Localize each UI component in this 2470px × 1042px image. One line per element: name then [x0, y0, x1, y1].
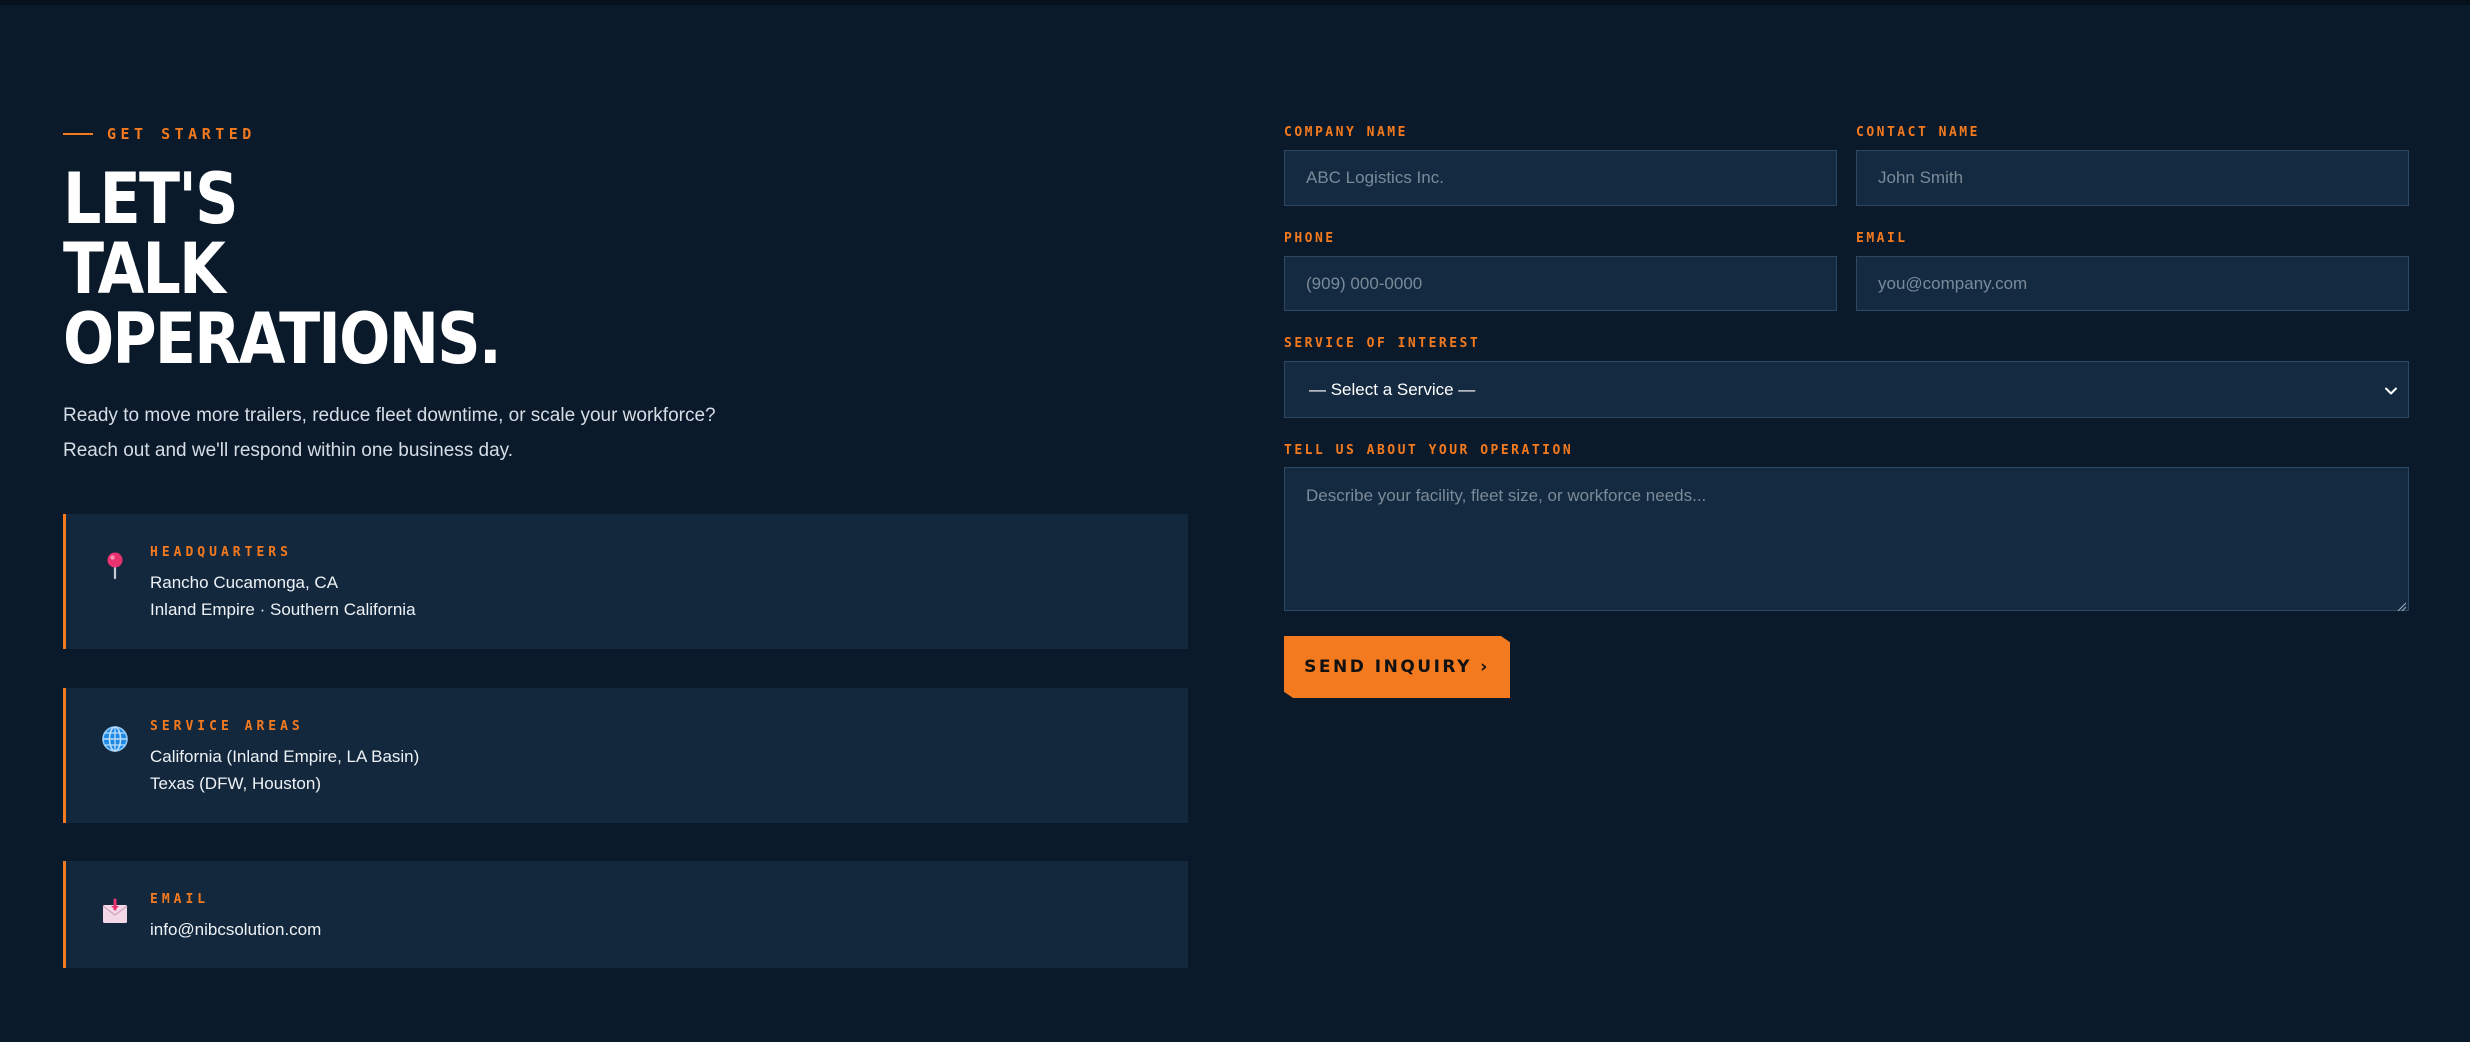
email-label: EMAIL — [1856, 231, 1908, 246]
card-line: Inland Empire · Southern California — [150, 600, 416, 619]
resize-grip-icon[interactable] — [2397, 599, 2407, 612]
top-border-strip — [0, 0, 2470, 5]
company-name-label: COMPANY NAME — [1284, 125, 1408, 140]
card-body: SERVICE AREAS California (Inland Empire,… — [150, 718, 419, 797]
service-select-value: — Select a Service — — [1309, 379, 1476, 399]
card-label: SERVICE AREAS — [150, 719, 304, 734]
service-select[interactable]: — Select a Service — — [1284, 361, 2409, 418]
info-card-service-areas: SERVICE AREAS California (Inland Empire,… — [63, 688, 1188, 823]
envelope-icon — [100, 897, 130, 927]
headline-line: OPERATIONS. — [63, 298, 502, 380]
message-field-wrapper — [1284, 467, 2409, 612]
card-body: EMAIL info@nibcsolution.com — [150, 891, 321, 943]
chevron-down-icon — [2382, 382, 2400, 400]
card-line: California (Inland Empire, LA Basin) — [150, 747, 420, 766]
globe-icon — [100, 724, 130, 754]
eyebrow-text: GET STARTED — [107, 125, 256, 143]
info-card-headquarters: HEADQUARTERS Rancho Cucamonga, CA Inland… — [63, 514, 1188, 649]
contact-intro: GET STARTED LET'S TALK OPERATIONS. Ready… — [63, 120, 1188, 468]
headline-line: TALK — [63, 228, 226, 310]
eyebrow-accent-line — [63, 133, 93, 135]
card-label: HEADQUARTERS — [150, 545, 292, 560]
card-line: Rancho Cucamonga, CA — [150, 573, 339, 592]
phone-label: PHONE — [1284, 231, 1336, 246]
contact-name-input[interactable] — [1856, 150, 2409, 206]
card-email-link[interactable]: info@nibcsolution.com — [150, 916, 321, 943]
email-input[interactable] — [1856, 256, 2409, 311]
info-card-email: EMAIL info@nibcsolution.com — [63, 861, 1188, 968]
phone-input[interactable] — [1284, 256, 1837, 311]
message-label: TELL US ABOUT YOUR OPERATION — [1284, 443, 1574, 458]
contact-name-label: CONTACT NAME — [1856, 125, 1980, 140]
page-headline: LET'S TALK OPERATIONS. — [63, 158, 502, 380]
intro-line: Reach out and we'll respond within one b… — [63, 440, 514, 461]
map-pin-icon — [100, 550, 130, 580]
service-label: SERVICE OF INTEREST — [1284, 336, 1481, 351]
card-line: Texas (DFW, Houston) — [150, 774, 321, 793]
headline-line: LET'S — [63, 158, 238, 240]
card-label: EMAIL — [150, 892, 210, 907]
intro-description: Ready to move more trailers, reduce flee… — [63, 398, 1188, 468]
eyebrow: GET STARTED — [63, 120, 1188, 148]
card-body: HEADQUARTERS Rancho Cucamonga, CA Inland… — [150, 544, 416, 623]
send-inquiry-button[interactable]: SEND INQUIRY › — [1284, 636, 1510, 698]
company-name-input[interactable] — [1284, 150, 1837, 206]
intro-line: Ready to move more trailers, reduce flee… — [63, 405, 716, 426]
message-textarea[interactable] — [1284, 467, 2409, 611]
